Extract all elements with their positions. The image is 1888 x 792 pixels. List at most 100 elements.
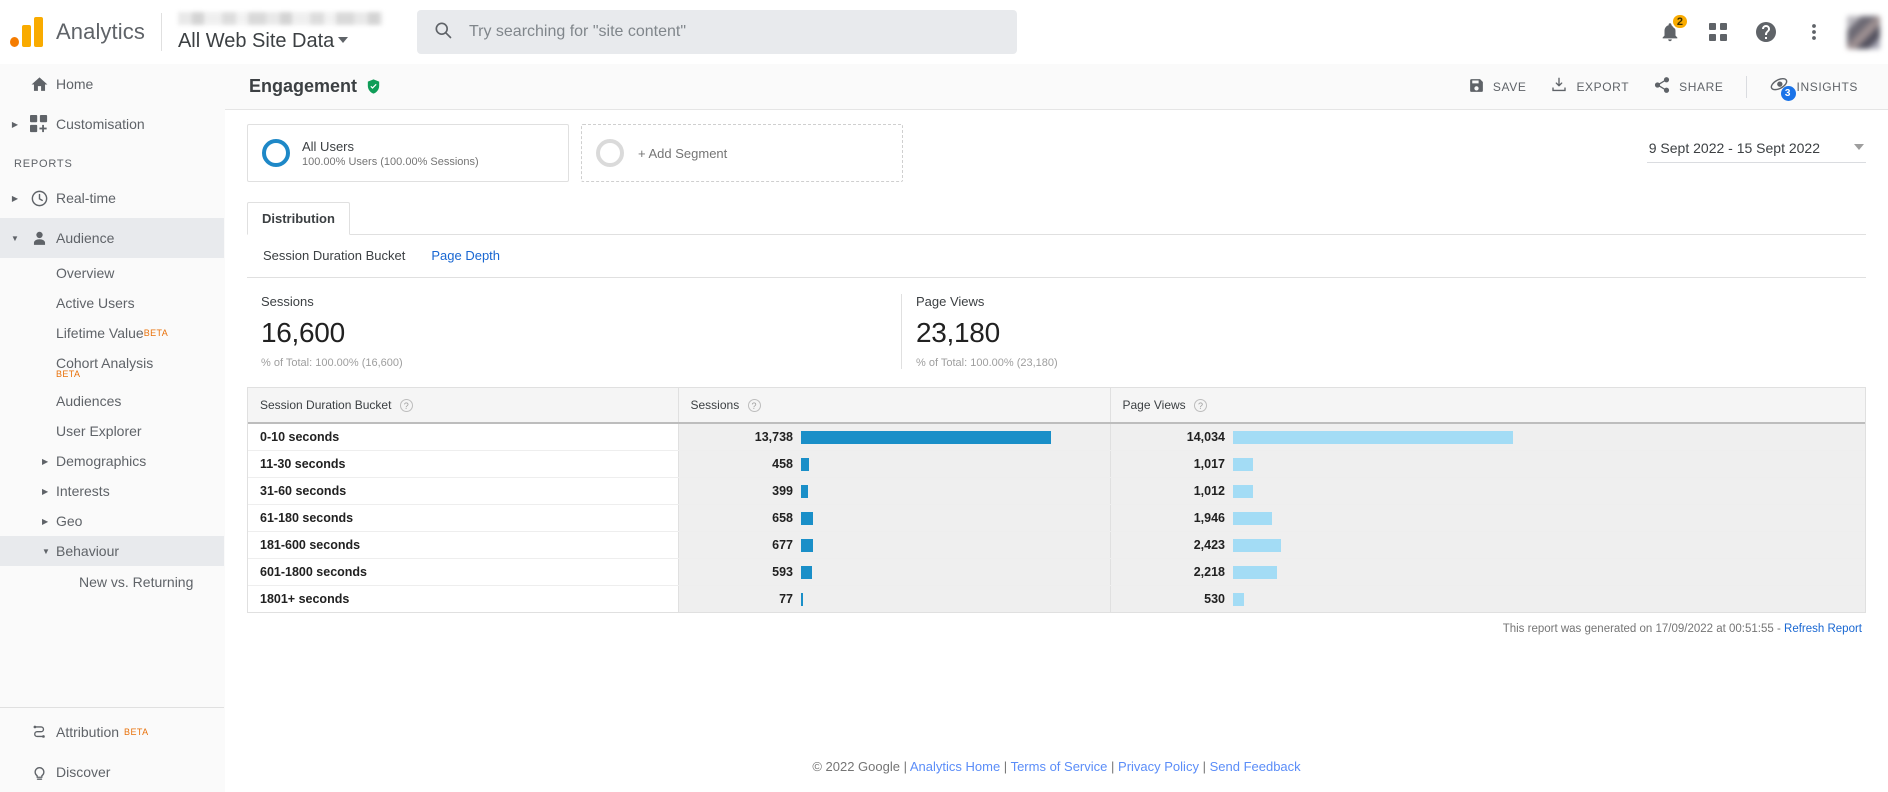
help-icon[interactable]: ? [1194,399,1207,413]
table-row[interactable]: 181-600 seconds 677 2,423 [248,531,1865,560]
segment-text: All Users 100.00% Users (100.00% Session… [302,139,479,168]
footer-link-analytics-home[interactable]: Analytics Home [910,759,1000,774]
help-icon[interactable]: ? [399,399,413,413]
account-selector[interactable]: All Web Site Data [177,11,393,53]
dimension-page-depth[interactable]: Page Depth [431,248,500,263]
sessions-bar [801,484,808,498]
brand-name: Analytics [56,19,145,44]
cell-dimension: 0-10 seconds [248,423,678,452]
sidebar-item-label: Audience [56,229,115,246]
help-icon[interactable]: ? [747,399,761,413]
distribution-table: Session Duration Bucket ? Sessions ? Pag… [247,387,1866,614]
chevron-right-icon: ▶ [11,193,19,203]
report-generated-note: This report was generated on 17/09/2022 … [247,613,1866,635]
search-input[interactable] [468,23,1001,41]
insights-button[interactable]: 3 INSIGHTS [1759,69,1868,104]
sessions-value: 658 [772,511,793,526]
table-row[interactable]: 61-180 seconds 658 1,946 [248,504,1865,533]
refresh-report-link[interactable]: Refresh Report [1784,623,1862,635]
page-views-cell: 1,946 [1110,505,1865,532]
table-body: 0-10 seconds 13,738 14,034 11-30 seconds 458… [248,423,1865,613]
top-bar: Analytics All Web Site Data 2 [0,0,1888,64]
save-button[interactable]: SAVE [1458,71,1537,103]
sidebar-item-new-vs-returning[interactable]: New vs. Returning [0,566,224,598]
sidebar-item-active-users[interactable]: Active Users [0,288,224,318]
export-button[interactable]: EXPORT [1540,70,1639,103]
footer-link-send-feedback[interactable]: Send Feedback [1210,759,1301,774]
person-icon [22,229,56,248]
col-header-dimension[interactable]: Session Duration Bucket ? [248,388,678,425]
sidebar-item-label: Active Users [56,295,135,311]
sidebar-item-user-explorer[interactable]: User Explorer [0,416,224,446]
view-selector[interactable]: All Web Site Data [178,30,393,53]
sidebar-item-geo[interactable]: ▶ Geo [0,506,224,536]
col-header-label: Session Duration Bucket [260,398,392,412]
dimension-value: 31-60 seconds [260,484,347,499]
sessions-cell: 677 [678,532,1110,559]
sidebar-item-label: Lifetime Value [56,325,144,341]
sidebar-item-demographics[interactable]: ▶ Demographics [0,446,224,476]
page-views-value: 2,423 [1193,538,1225,553]
footer-link-privacy-policy[interactable]: Privacy Policy [1118,759,1199,774]
chevron-down-icon: ▼ [11,233,19,243]
page-views-cell: 2,218 [1110,559,1865,586]
col-header-sessions[interactable]: Sessions ? [677,388,1110,425]
help-button[interactable] [1745,11,1787,53]
table-row[interactable]: 31-60 seconds 399 1,012 [248,477,1865,506]
add-segment-button[interactable]: + Add Segment [581,124,903,182]
table-row[interactable]: 1801+ seconds 77 530 [248,586,1865,613]
sessions-bar [801,592,803,606]
sidebar-item-behaviour[interactable]: ▼ Behaviour [0,536,224,566]
notification-badge: 2 [1670,13,1689,30]
sessions-value: 13,738 [754,430,793,445]
sidebar-item-audience[interactable]: ▼ Audience [0,218,224,258]
report-header: Engagement SAVE EXPORT SHARE 3 INSIGHTS [225,64,1888,110]
table-row[interactable]: 0-10 seconds 13,738 14,034 [248,423,1865,452]
sessions-cell: 658 [678,505,1110,532]
avatar[interactable] [1847,15,1880,49]
sidebar-item-attribution[interactable]: Attribution BETA [0,712,224,752]
sidebar-item-lifetime-value[interactable]: Lifetime Value BETA [0,318,224,348]
sidebar-item-label: User Explorer [56,423,142,439]
metric-summary: Sessions 16,600 % of Total: 100.00% (16,… [247,277,1866,369]
share-button[interactable]: SHARE [1643,70,1733,103]
segment-all-users[interactable]: All Users 100.00% Users (100.00% Session… [247,124,569,182]
sidebar-item-cohort-analysis[interactable]: Cohort Analysis BETA [0,348,224,386]
sidebar-item-label: Customisation [56,115,145,132]
sidebar-item-interests[interactable]: ▶ Interests [0,476,224,506]
sidebar-item-audiences[interactable]: Audiences [0,386,224,416]
sidebar-item-clipped[interactable] [0,598,224,608]
dimension-session-duration-bucket[interactable]: Session Duration Bucket [263,248,405,263]
cell-sessions: 677 [678,531,1110,560]
table-row[interactable]: 601-1800 seconds 593 2,218 [248,558,1865,587]
header-divider [160,13,162,51]
sessions-cell: 399 [678,478,1110,505]
share-icon [1653,76,1671,97]
cell-page-views: 1,012 [1110,477,1865,506]
notifications-button[interactable]: 2 [1649,11,1691,53]
search-box[interactable] [416,10,1017,54]
footer-link-terms-of-service[interactable]: Terms of Service [1011,759,1108,774]
date-range-selector[interactable]: 9 Sept 2022 - 15 Sept 2022 [1646,136,1866,163]
dimension-selector: Session Duration Bucket Page Depth [247,235,1866,277]
table-row[interactable]: 11-30 seconds 458 1,017 [248,450,1865,479]
sessions-value: 77 [779,592,793,607]
sidebar-item-overview[interactable]: Overview [0,258,224,288]
page-views-value: 530 [1204,592,1225,607]
report-actions: SAVE EXPORT SHARE 3 INSIGHTS [1458,69,1868,104]
beta-tag: BETA [143,328,169,338]
view-label: All Web Site Data [177,29,335,52]
page-views-value: 2,218 [1193,565,1225,580]
col-header-page-views[interactable]: Page Views ? [1109,388,1865,425]
metric-sessions: Sessions 16,600 % of Total: 100.00% (16,… [247,294,901,369]
sidebar-item-home[interactable]: Home [0,64,224,104]
sidebar-item-customisation[interactable]: ▶ Customisation [0,104,224,144]
sidebar-item-real-time[interactable]: ▶ Real-time [0,178,224,218]
apps-grid-button[interactable] [1697,11,1739,53]
cell-page-views: 14,034 [1110,423,1865,452]
sidebar-item-discover[interactable]: Discover [0,752,224,792]
more-options-button[interactable] [1793,11,1835,53]
tab-distribution[interactable]: Distribution [247,202,350,235]
table-head: Session Duration Bucket ? Sessions ? Pag… [248,388,1865,425]
export-label: EXPORT [1576,79,1630,94]
